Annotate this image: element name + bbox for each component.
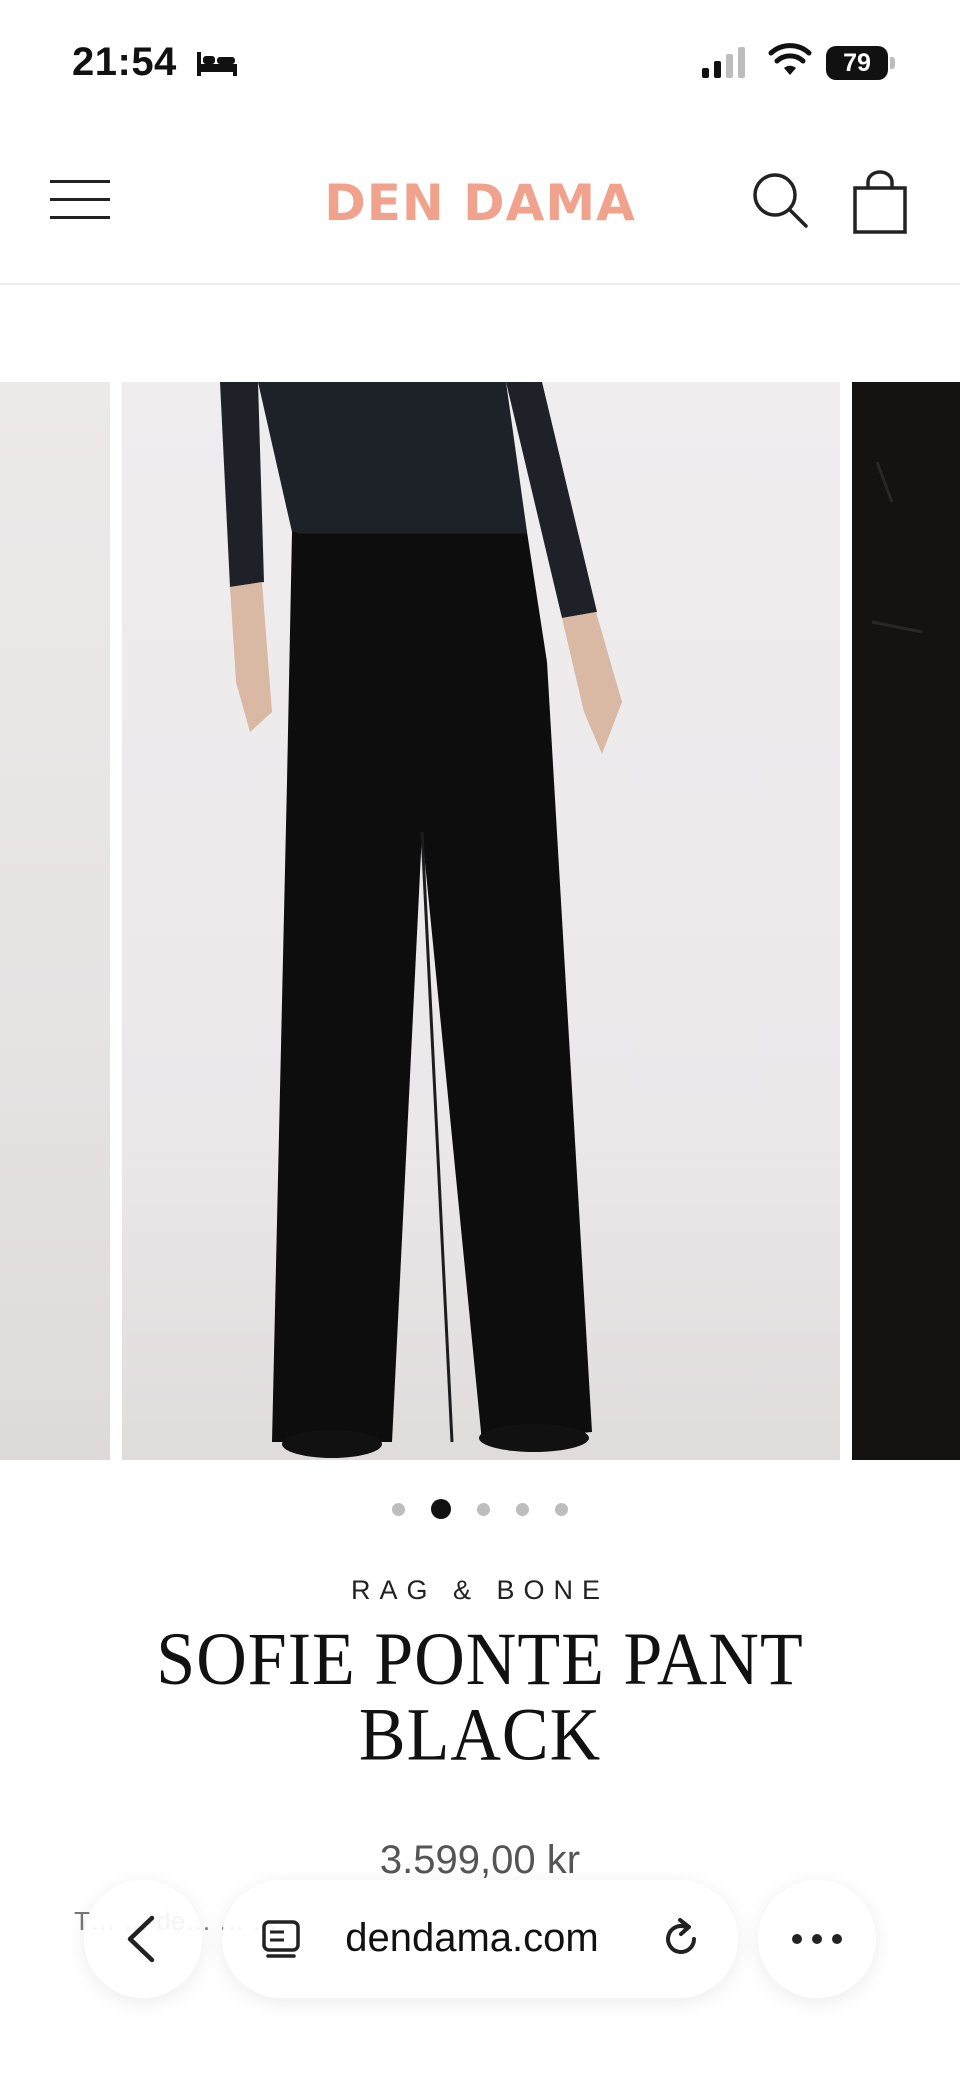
status-time: 21:54: [72, 40, 177, 84]
more-dots-icon: [792, 1934, 842, 1944]
product-gallery[interactable]: [0, 382, 960, 1460]
back-button[interactable]: [84, 1880, 202, 1998]
gallery-slide-previous[interactable]: [0, 382, 110, 1460]
battery-icon: 79: [826, 46, 896, 80]
tabs-icon[interactable]: [260, 1918, 302, 1960]
more-button[interactable]: [758, 1880, 876, 1998]
product-photo: [220, 382, 622, 1458]
search-icon[interactable]: [750, 170, 810, 230]
url-text[interactable]: dendama.com: [322, 1916, 622, 1961]
pagination-dot-active[interactable]: [431, 1499, 451, 1519]
site-logo[interactable]: DEN DAMA: [300, 168, 660, 238]
bed-icon: [197, 52, 237, 76]
cellular-signal-icon: [702, 47, 745, 78]
battery-level: 79: [826, 46, 888, 80]
gallery-slide-current[interactable]: [122, 382, 840, 1460]
back-arrow-icon: [127, 1915, 155, 1963]
reload-icon[interactable]: [658, 1916, 704, 1962]
product-brand[interactable]: RAG & BONE: [0, 1575, 960, 1606]
product-title: SOFIE PONTE PANT BLACK: [156, 1618, 804, 1777]
address-bar[interactable]: dendama.com: [222, 1880, 738, 1998]
site-header: DEN DAMA: [0, 140, 960, 285]
browser-toolbar: dendama.com: [0, 1860, 960, 2000]
pagination-dot[interactable]: [392, 1502, 405, 1516]
wifi-icon: [768, 43, 812, 75]
pagination-dot[interactable]: [516, 1502, 529, 1516]
pagination-dot[interactable]: [555, 1502, 568, 1516]
hamburger-menu-icon[interactable]: [50, 178, 110, 222]
gallery-pagination: [0, 1497, 960, 1521]
pagination-dot[interactable]: [477, 1502, 490, 1516]
shopping-bag-icon[interactable]: [850, 170, 910, 234]
battery-cap: [890, 57, 895, 69]
gallery-slide-next[interactable]: [852, 382, 960, 1460]
status-bar: 21:54 79: [0, 0, 960, 120]
next-product-photo: [852, 382, 960, 1460]
